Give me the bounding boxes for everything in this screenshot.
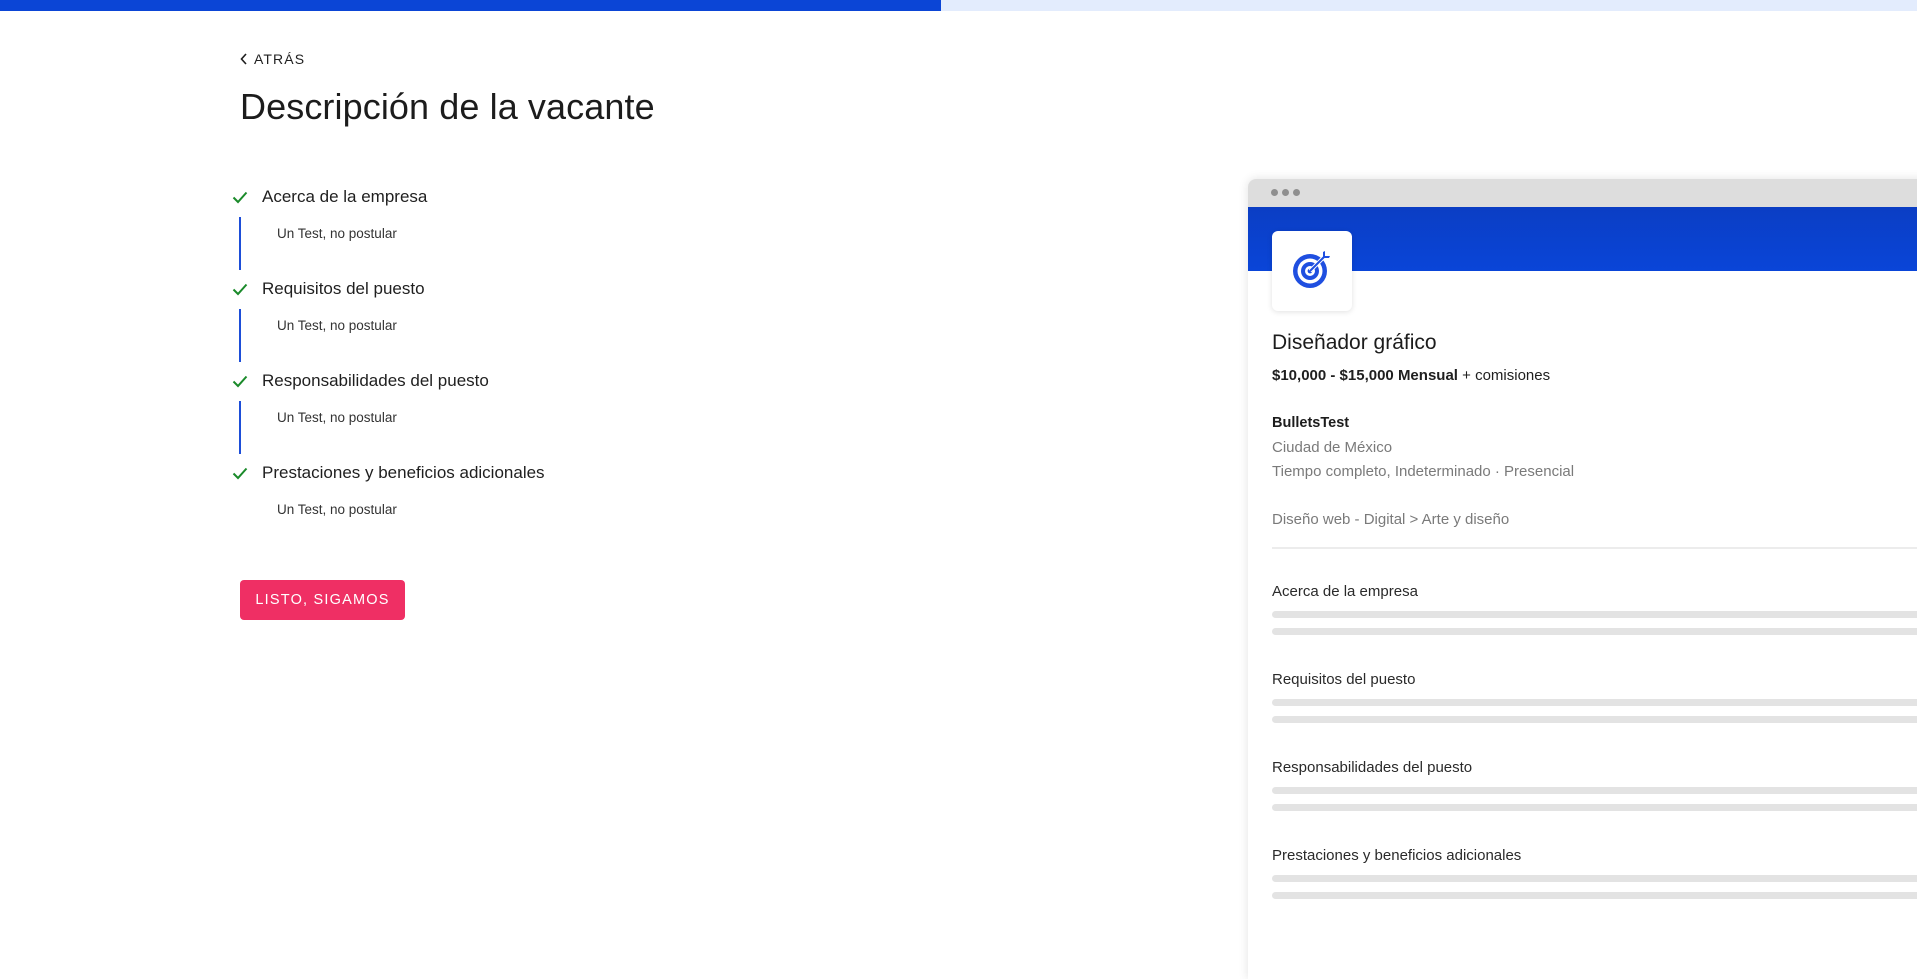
step-item: Responsabilidades del puesto Un Test, no… bbox=[232, 367, 832, 459]
skeleton-line bbox=[1272, 875, 1917, 882]
company-name: BulletsTest bbox=[1272, 415, 1350, 431]
divider bbox=[1272, 547, 1917, 549]
page-title: Descripción de la vacante bbox=[240, 86, 655, 127]
skeleton-line bbox=[1272, 699, 1917, 706]
preview-section-title: Requisitos del puesto bbox=[1272, 671, 1416, 688]
progress-bar-track bbox=[0, 0, 1917, 11]
skeleton-line bbox=[1272, 628, 1917, 635]
step-connector bbox=[239, 309, 241, 362]
preview-section-title: Responsabilidades del puesto bbox=[1272, 759, 1473, 776]
browser-window-bar bbox=[1248, 179, 1917, 207]
job-location: Ciudad de México bbox=[1272, 439, 1393, 456]
window-dot-icon bbox=[1282, 189, 1289, 196]
step-title[interactable]: Requisitos del puesto bbox=[262, 279, 425, 299]
skeleton-line bbox=[1272, 611, 1917, 618]
step-item: Prestaciones y beneficios adicionales Un… bbox=[232, 459, 832, 551]
step-description: Un Test, no postular bbox=[277, 318, 397, 333]
skeleton-line bbox=[1272, 892, 1917, 899]
salary-range: $10,000 - $15,000 Mensual bbox=[1272, 367, 1458, 384]
preview-section-title: Acerca de la empresa bbox=[1272, 583, 1418, 600]
step-title[interactable]: Responsabilidades del puesto bbox=[262, 371, 489, 391]
check-icon bbox=[232, 183, 254, 211]
preview-section-title: Prestaciones y beneficios adicionales bbox=[1272, 847, 1522, 864]
step-connector bbox=[239, 401, 241, 454]
check-icon bbox=[232, 275, 254, 303]
window-dot-icon bbox=[1293, 189, 1300, 196]
job-preview-card: Diseñador gráfico $10,000 - $15,000 Mens… bbox=[1248, 179, 1917, 979]
progress-bar-fill bbox=[0, 0, 942, 11]
chevron-left-icon bbox=[240, 53, 248, 65]
step-connector bbox=[239, 217, 241, 270]
back-link[interactable]: ATRÁS bbox=[240, 51, 305, 67]
job-title: Diseñador gráfico bbox=[1272, 331, 1437, 354]
company-logo bbox=[1272, 231, 1352, 311]
check-icon bbox=[232, 459, 254, 487]
step-title[interactable]: Prestaciones y beneficios adicionales bbox=[262, 463, 545, 483]
job-type: Tiempo completo, Indeterminado · Presenc… bbox=[1272, 463, 1575, 480]
job-category: Diseño web - Digital > Arte y diseño bbox=[1272, 511, 1510, 528]
skeleton-line bbox=[1272, 716, 1917, 723]
salary-line: $10,000 - $15,000 Mensual + comisiones bbox=[1272, 367, 1550, 384]
step-item: Acerca de la empresa Un Test, no postula… bbox=[232, 183, 832, 275]
skeleton-line bbox=[1272, 787, 1917, 794]
continue-button[interactable]: LISTO, SIGAMOS bbox=[240, 580, 405, 620]
step-item: Requisitos del puesto Un Test, no postul… bbox=[232, 275, 832, 367]
check-icon bbox=[232, 367, 254, 395]
skeleton-line bbox=[1272, 804, 1917, 811]
step-description: Un Test, no postular bbox=[277, 226, 397, 241]
salary-extra: + comisiones bbox=[1462, 367, 1551, 384]
back-label: ATRÁS bbox=[254, 51, 306, 67]
steps-list: Acerca de la empresa Un Test, no postula… bbox=[232, 183, 832, 551]
step-title[interactable]: Acerca de la empresa bbox=[262, 187, 427, 207]
target-icon bbox=[1290, 247, 1334, 296]
step-description: Un Test, no postular bbox=[277, 502, 397, 517]
step-description: Un Test, no postular bbox=[277, 410, 397, 425]
window-dot-icon bbox=[1271, 189, 1278, 196]
